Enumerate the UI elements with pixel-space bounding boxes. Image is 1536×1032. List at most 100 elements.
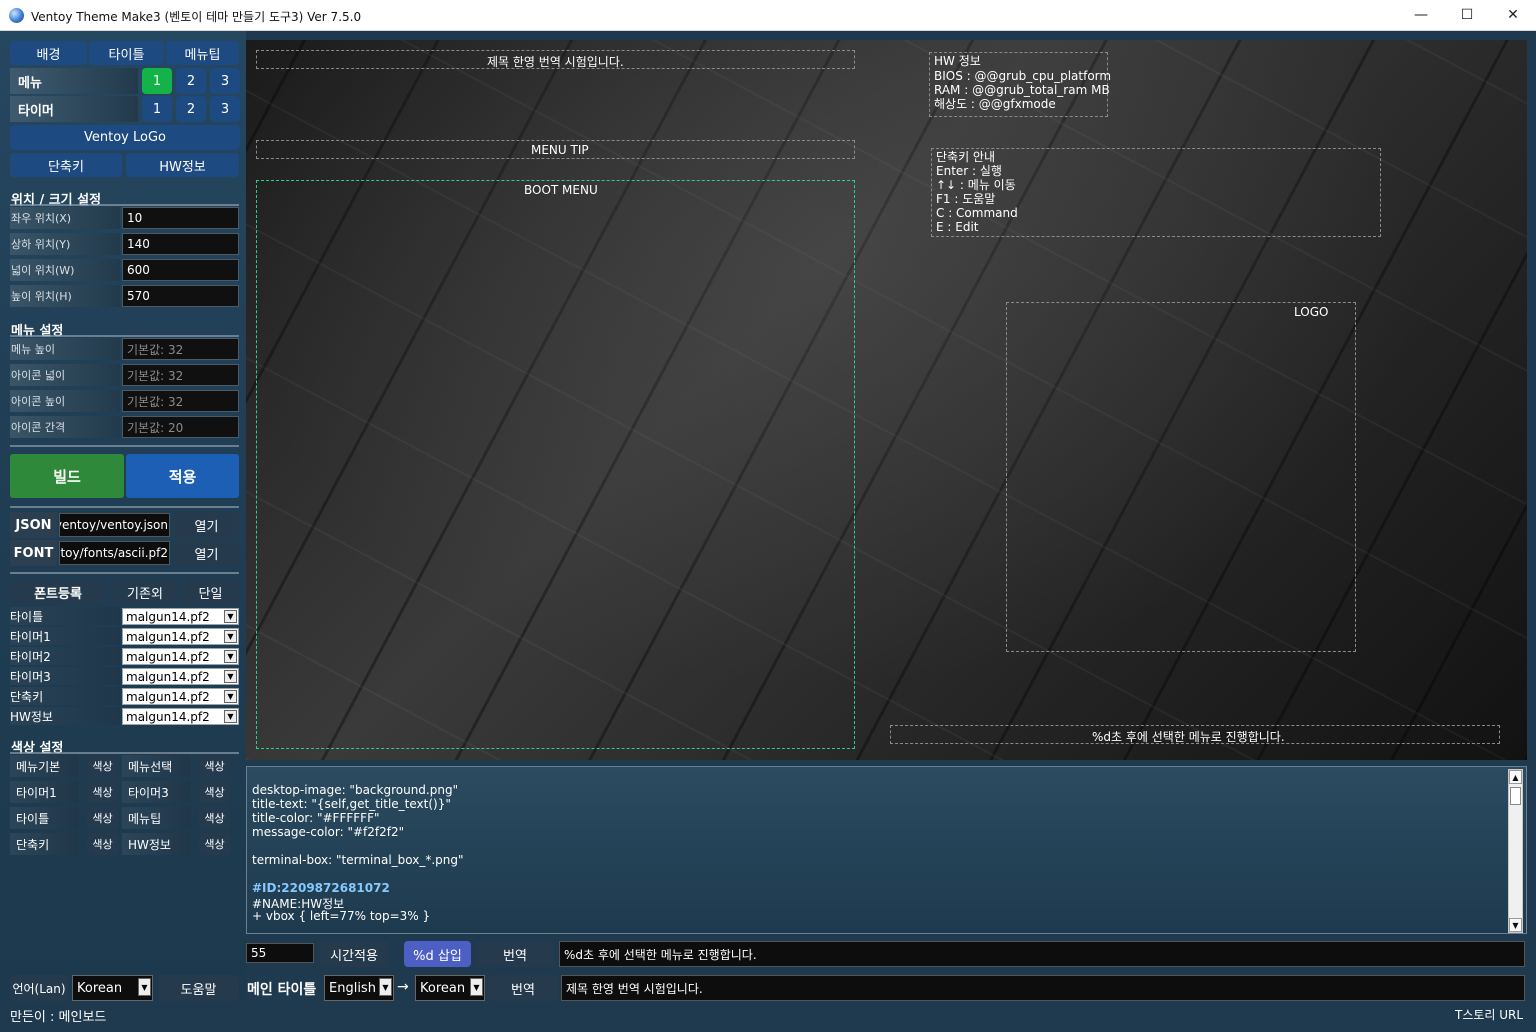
y-position-input[interactable]: 140 xyxy=(122,233,239,255)
timer1-font-select[interactable]: malgun14.pf2 ▼ xyxy=(122,628,239,645)
maximize-button[interactable]: ☐ xyxy=(1444,0,1490,31)
open-font-button[interactable]: 열기 xyxy=(174,540,239,566)
tab-title[interactable]: 타이틀 xyxy=(89,41,164,65)
timer-row-label: 타이머 xyxy=(10,96,138,122)
shortcut-font-select[interactable]: malgun14.pf2 ▼ xyxy=(122,688,239,705)
shortcut-line: 단축키 안내 xyxy=(936,150,996,164)
icon-width-input[interactable]: 기본값: 32 xyxy=(122,364,239,386)
chevron-down-icon[interactable]: ▼ xyxy=(379,978,392,996)
language-label: 언어(Lan) xyxy=(10,975,68,1001)
code-line: desktop-image: "background.png" xyxy=(252,783,459,797)
timer-1-button[interactable]: 1 xyxy=(142,96,172,122)
color-button[interactable]: 색상 xyxy=(87,781,118,803)
apply-time-button[interactable]: 시간적용 xyxy=(320,941,388,967)
font-single-button[interactable]: 단일 xyxy=(182,580,239,604)
logo-box[interactable] xyxy=(1006,302,1356,652)
help-button[interactable]: 도움말 xyxy=(158,975,239,1001)
icon-gap-label: 아이콘 간격 xyxy=(10,416,120,438)
timer-seconds-input[interactable]: 55 xyxy=(246,943,314,963)
title-font-select[interactable]: malgun14.pf2 ▼ xyxy=(122,608,239,625)
timer-2-button[interactable]: 2 xyxy=(176,96,206,122)
logo-text: LOGO xyxy=(1294,305,1329,319)
tab-background[interactable]: 배경 xyxy=(10,41,87,65)
timer-text-input[interactable]: %d초 후에 선택한 메뉴로 진행합니다. xyxy=(559,941,1525,967)
json-label: JSON xyxy=(10,512,57,538)
source-language-value: English xyxy=(329,980,376,996)
menu-height-label: 메뉴 높이 xyxy=(10,338,120,360)
chevron-down-icon[interactable]: ▼ xyxy=(224,610,237,623)
menu-3-button[interactable]: 3 xyxy=(210,68,240,94)
icon-height-input[interactable]: 기본값: 32 xyxy=(122,390,239,412)
font-select-value: malgun14.pf2 xyxy=(126,609,210,624)
font-row-label: 단축키 xyxy=(10,687,120,705)
chevron-down-icon[interactable]: ▼ xyxy=(138,978,151,996)
chevron-down-icon[interactable]: ▼ xyxy=(224,630,237,643)
font-except-button[interactable]: 기존외 xyxy=(112,580,178,604)
code-line: + vbox { left=77% top=3% } xyxy=(252,909,431,923)
target-language-select[interactable]: Korean ▼ xyxy=(415,975,485,1001)
timer-3-button[interactable]: 3 xyxy=(210,96,240,122)
color-button[interactable]: 색상 xyxy=(199,755,230,777)
chevron-down-icon[interactable]: ▼ xyxy=(224,670,237,683)
minimize-button[interactable]: — xyxy=(1398,0,1444,31)
color-button[interactable]: 색상 xyxy=(199,833,230,855)
color-label: 타이머3 xyxy=(122,781,190,803)
timer2-font-select[interactable]: malgun14.pf2 ▼ xyxy=(122,648,239,665)
close-button[interactable]: ✕ xyxy=(1490,0,1536,31)
icon-height-label: 아이콘 높이 xyxy=(10,390,120,412)
insert-d-button[interactable]: %d 삽입 xyxy=(404,941,471,967)
shortcut-button[interactable]: 단축키 xyxy=(10,153,122,177)
apply-button[interactable]: 적용 xyxy=(126,454,239,498)
color-button[interactable]: 색상 xyxy=(87,833,118,855)
menu-row-label: 메뉴 xyxy=(10,68,138,94)
json-path-input[interactable]: ventoy/ventoy.json xyxy=(59,513,170,537)
font-register-button[interactable]: 폰트등록 xyxy=(10,580,106,604)
theme-code-editor[interactable]: desktop-image: "background.png" title-te… xyxy=(246,766,1527,934)
chevron-down-icon[interactable]: ▼ xyxy=(224,650,237,663)
menu-height-input[interactable]: 기본값: 32 xyxy=(122,338,239,360)
menu-1-button[interactable]: 1 xyxy=(142,68,172,94)
chevron-down-icon[interactable]: ▼ xyxy=(470,978,483,996)
ventoy-logo-button[interactable]: Ventoy LoGo xyxy=(10,125,240,150)
chevron-down-icon[interactable]: ▼ xyxy=(224,710,237,723)
title-text-input[interactable]: 제목 한영 번역 시험입니다. xyxy=(561,975,1525,1001)
scroll-up-icon[interactable]: ▲ xyxy=(1509,770,1522,784)
build-button[interactable]: 빌드 xyxy=(10,454,124,498)
font-row-label: HW정보 xyxy=(10,707,120,725)
code-scrollbar[interactable]: ▲ ▼ xyxy=(1508,769,1523,933)
shortcut-box[interactable] xyxy=(931,148,1381,237)
color-button[interactable]: 색상 xyxy=(199,807,230,829)
color-button[interactable]: 색상 xyxy=(87,755,118,777)
timer3-font-select[interactable]: malgun14.pf2 ▼ xyxy=(122,668,239,685)
hwinfo-line: RAM : @@grub_total_ram MB xyxy=(934,83,1110,97)
chevron-down-icon[interactable]: ▼ xyxy=(224,690,237,703)
hwinfo-button[interactable]: HW정보 xyxy=(126,153,239,177)
y-position-label: 상하 위치(Y) xyxy=(10,233,120,255)
hwinfo-font-select[interactable]: malgun14.pf2 ▼ xyxy=(122,708,239,725)
hwinfo-line: 해상도 : @@gfxmode xyxy=(934,97,1056,111)
source-language-select[interactable]: English ▼ xyxy=(324,975,394,1001)
hwinfo-line: HW 정보 xyxy=(934,54,981,68)
boot-menu-text: BOOT MENU xyxy=(524,183,598,197)
section-divider xyxy=(10,335,239,337)
section-divider xyxy=(10,572,239,574)
color-button[interactable]: 색상 xyxy=(199,781,230,803)
arrow-right-icon: → xyxy=(397,979,409,995)
translate-timer-button[interactable]: 번역 xyxy=(476,941,554,967)
font-path-input[interactable]: ventoy/fonts/ascii.pf2 xyxy=(59,541,170,565)
menu-2-button[interactable]: 2 xyxy=(176,68,206,94)
tistory-url-link[interactable]: T스토리 URL xyxy=(1455,1006,1523,1023)
height-input[interactable]: 570 xyxy=(122,285,239,307)
x-position-input[interactable]: 10 xyxy=(122,207,239,229)
boot-menu-box[interactable] xyxy=(256,180,855,749)
icon-gap-input[interactable]: 기본값: 20 xyxy=(122,416,239,438)
height-label: 높이 위치(H) xyxy=(10,285,120,307)
language-select[interactable]: Korean ▼ xyxy=(72,975,153,1001)
open-json-button[interactable]: 열기 xyxy=(174,512,239,538)
scroll-down-icon[interactable]: ▼ xyxy=(1509,918,1522,932)
width-input[interactable]: 600 xyxy=(122,259,239,281)
translate-title-button[interactable]: 번역 xyxy=(488,975,558,1001)
tab-menu-tip[interactable]: 메뉴팁 xyxy=(166,41,239,65)
scroll-thumb[interactable] xyxy=(1510,787,1521,805)
color-button[interactable]: 색상 xyxy=(87,807,118,829)
